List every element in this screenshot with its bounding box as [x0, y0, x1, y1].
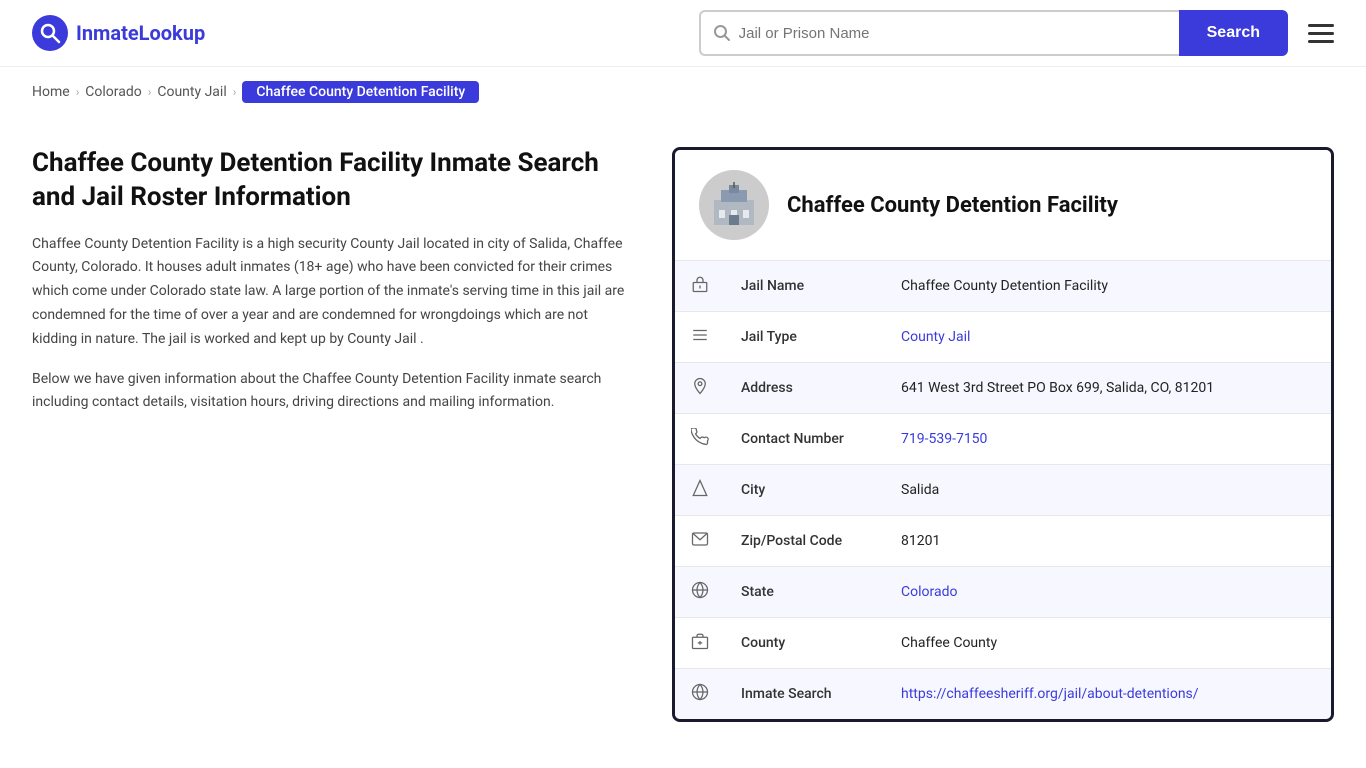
table-row: Address641 West 3rd Street PO Box 699, S… — [675, 363, 1331, 414]
hamburger-line-1 — [1308, 24, 1334, 27]
field-label-address: Address — [725, 363, 885, 414]
field-value-address: 641 West 3rd Street PO Box 699, Salida, … — [885, 363, 1331, 414]
hamburger-line-2 — [1308, 32, 1334, 35]
breadcrumb-home[interactable]: Home — [32, 84, 70, 100]
menu-button[interactable] — [1308, 24, 1334, 43]
field-label-jail-type: Jail Type — [725, 312, 885, 363]
state-icon — [675, 567, 725, 618]
logo-text: InmateLookup — [76, 21, 205, 45]
field-value-state[interactable]: Colorado — [885, 567, 1331, 618]
info-table: Jail NameChaffee County Detention Facili… — [675, 261, 1331, 719]
field-value-jail-name: Chaffee County Detention Facility — [885, 261, 1331, 312]
field-label-city: City — [725, 465, 885, 516]
county-icon — [675, 618, 725, 669]
search-input[interactable] — [739, 25, 1167, 42]
table-row: Jail NameChaffee County Detention Facili… — [675, 261, 1331, 312]
breadcrumb-sep-3: › — [233, 85, 237, 99]
table-row: StateColorado — [675, 567, 1331, 618]
search-icon — [713, 24, 731, 42]
page-title: Chaffee County Detention Facility Inmate… — [32, 147, 632, 215]
field-label-contact-number: Contact Number — [725, 414, 885, 465]
field-value-zip/postal-code: 81201 — [885, 516, 1331, 567]
field-value-city: Salida — [885, 465, 1331, 516]
left-column: Chaffee County Detention Facility Inmate… — [32, 147, 672, 722]
field-label-county: County — [725, 618, 885, 669]
breadcrumb-type[interactable]: County Jail — [157, 84, 226, 100]
search-input-wrap — [699, 10, 1179, 56]
search-button[interactable]: Search — [1179, 10, 1288, 56]
facility-title: Chaffee County Detention Facility — [787, 193, 1118, 218]
field-label-jail-name: Jail Name — [725, 261, 885, 312]
field-value-contact-number[interactable]: 719-539-7150 — [885, 414, 1331, 465]
field-value-inmate-search[interactable]: https://chaffeesheriff.org/jail/about-de… — [885, 669, 1331, 720]
inmate-icon — [675, 669, 725, 720]
address-icon — [675, 363, 725, 414]
breadcrumb-current: Chaffee County Detention Facility — [242, 81, 479, 103]
type-icon — [675, 312, 725, 363]
phone-icon — [675, 414, 725, 465]
table-row: Zip/Postal Code81201 — [675, 516, 1331, 567]
field-label-state: State — [725, 567, 885, 618]
page-desc-1: Chaffee County Detention Facility is a h… — [32, 233, 632, 352]
card-header: Chaffee County Detention Facility — [675, 150, 1331, 261]
field-value-county: Chaffee County — [885, 618, 1331, 669]
field-value-jail-type[interactable]: County Jail — [885, 312, 1331, 363]
city-icon — [675, 465, 725, 516]
building-icon — [709, 180, 759, 230]
jail-icon — [675, 261, 725, 312]
logo-icon — [32, 15, 68, 51]
zip-icon — [675, 516, 725, 567]
table-row: Contact Number719-539-7150 — [675, 414, 1331, 465]
facility-image — [699, 170, 769, 240]
breadcrumb-sep-2: › — [148, 85, 152, 99]
page-desc-2: Below we have given information about th… — [32, 368, 632, 416]
table-row: Jail TypeCounty Jail — [675, 312, 1331, 363]
table-row: Inmate Searchhttps://chaffeesheriff.org/… — [675, 669, 1331, 720]
field-label-zip/postal-code: Zip/Postal Code — [725, 516, 885, 567]
header: InmateLookup Search — [0, 0, 1366, 67]
hamburger-line-3 — [1308, 40, 1334, 43]
breadcrumb-sep-1: › — [76, 85, 80, 99]
search-area: Search — [699, 10, 1334, 56]
right-column: Chaffee County Detention Facility Jail N… — [672, 147, 1334, 722]
table-row: CountyChaffee County — [675, 618, 1331, 669]
logo[interactable]: InmateLookup — [32, 15, 205, 51]
breadcrumb: Home › Colorado › County Jail › Chaffee … — [0, 67, 1366, 117]
field-label-inmate-search: Inmate Search — [725, 669, 885, 720]
main-content: Chaffee County Detention Facility Inmate… — [0, 117, 1366, 762]
facility-card: Chaffee County Detention Facility Jail N… — [672, 147, 1334, 722]
table-row: CitySalida — [675, 465, 1331, 516]
breadcrumb-state[interactable]: Colorado — [85, 84, 141, 100]
